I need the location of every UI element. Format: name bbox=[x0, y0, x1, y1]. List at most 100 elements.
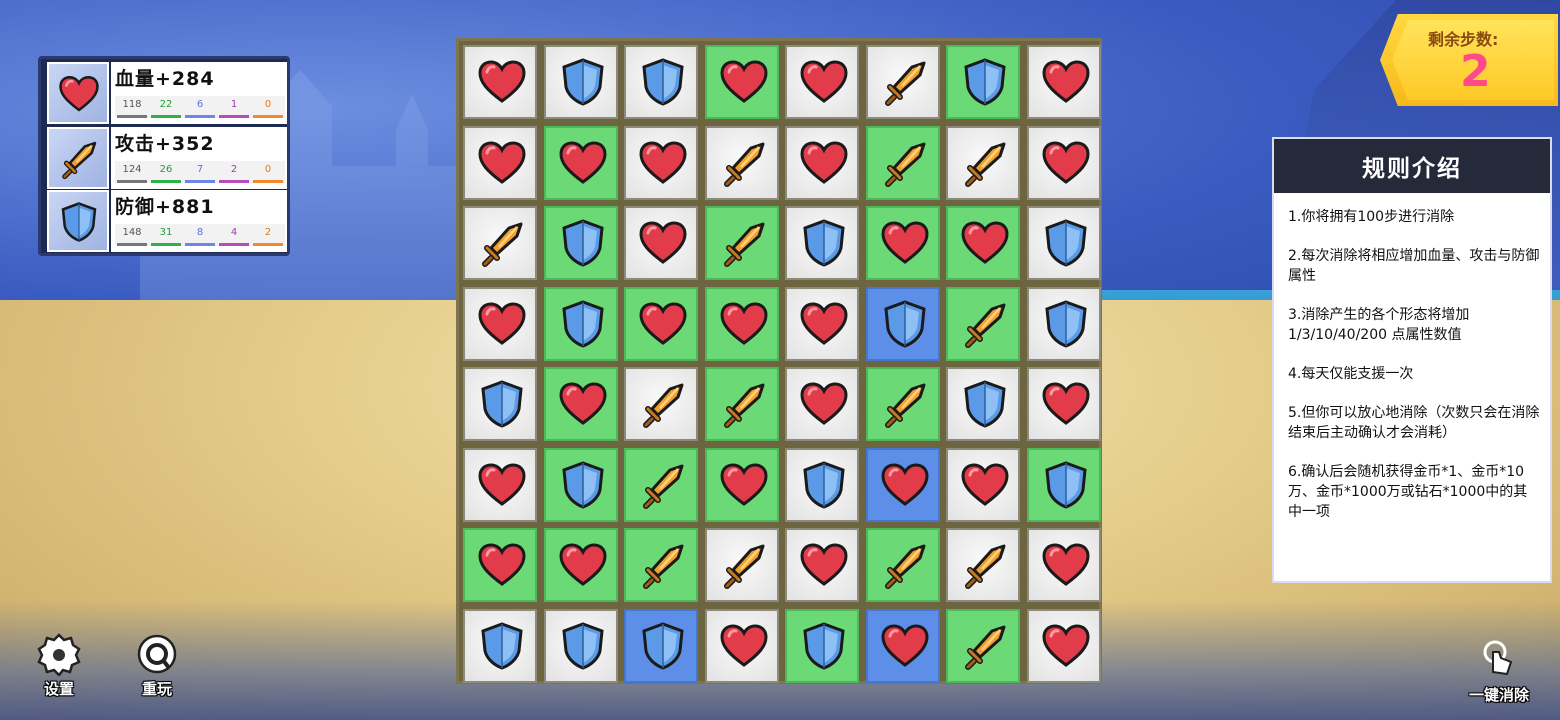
board-tile-sword[interactable] bbox=[704, 367, 779, 441]
board-tile-shield[interactable] bbox=[785, 608, 859, 683]
board-tile-heart[interactable] bbox=[1026, 528, 1101, 602]
shield-icon bbox=[964, 380, 1006, 428]
board-tile-heart[interactable] bbox=[543, 528, 618, 602]
board-tile-sword[interactable] bbox=[463, 206, 537, 280]
board-tile-heart[interactable] bbox=[543, 367, 618, 441]
board-tile-sword[interactable] bbox=[624, 367, 698, 441]
board-tile-shield[interactable] bbox=[785, 447, 859, 522]
board-tile-sword[interactable] bbox=[624, 528, 698, 602]
board-tile-heart[interactable] bbox=[785, 125, 859, 200]
board-tile-shield[interactable] bbox=[543, 608, 618, 683]
board-tile-heart[interactable] bbox=[463, 286, 537, 361]
board-tile-heart[interactable] bbox=[463, 45, 537, 119]
board-tile-shield[interactable] bbox=[543, 45, 618, 119]
board-tile-shield[interactable] bbox=[543, 286, 618, 361]
board-tile-heart[interactable] bbox=[463, 528, 537, 602]
heart-icon bbox=[800, 382, 848, 425]
board-tile-shield[interactable] bbox=[1026, 447, 1101, 522]
heart-icon bbox=[719, 462, 768, 506]
board-tile-heart[interactable] bbox=[624, 125, 698, 200]
heart-icon bbox=[961, 221, 1009, 264]
board-tile-heart[interactable] bbox=[785, 286, 859, 361]
board-tile-heart[interactable] bbox=[865, 608, 940, 683]
board-tile-shield[interactable] bbox=[624, 608, 698, 683]
board-tile-heart[interactable] bbox=[463, 125, 537, 200]
board-tile-sword[interactable] bbox=[865, 45, 940, 119]
board-tile-sword[interactable] bbox=[704, 125, 779, 200]
board-tile-heart[interactable] bbox=[785, 45, 859, 119]
replay-label: 重玩 bbox=[141, 680, 172, 698]
heart-icon bbox=[719, 301, 768, 345]
board-tile-shield[interactable] bbox=[543, 206, 618, 280]
stat-row-defense: 防御+881 148 31 8 4 2 bbox=[47, 190, 287, 252]
heart-icon bbox=[800, 140, 848, 184]
board-tile-heart[interactable] bbox=[704, 45, 779, 119]
board-tile-sword[interactable] bbox=[704, 528, 779, 602]
board-tile-heart[interactable] bbox=[1026, 608, 1101, 683]
board-tile-sword[interactable] bbox=[946, 528, 1020, 602]
settings-button[interactable]: 设置 bbox=[24, 630, 94, 700]
heart-icon bbox=[1041, 60, 1090, 103]
board-tile-heart[interactable] bbox=[946, 206, 1020, 280]
board-tile-heart[interactable] bbox=[463, 447, 537, 522]
board-tile-sword[interactable] bbox=[946, 125, 1020, 200]
board-tile-shield[interactable] bbox=[1026, 286, 1101, 361]
board-tile-shield[interactable] bbox=[946, 367, 1020, 441]
board-tile-sword[interactable] bbox=[946, 286, 1020, 361]
stat-title-hp: 血量+284 bbox=[115, 68, 215, 90]
board-tile-heart[interactable] bbox=[624, 206, 698, 280]
board-tile-heart[interactable] bbox=[865, 206, 940, 280]
board-tile-heart[interactable] bbox=[865, 447, 940, 522]
heart-icon bbox=[639, 140, 687, 184]
shield-icon bbox=[1044, 460, 1087, 509]
board-tile-shield[interactable] bbox=[463, 608, 537, 683]
board-tile-shield[interactable] bbox=[463, 367, 537, 441]
sword-icon bbox=[884, 142, 925, 187]
shield-icon bbox=[1044, 299, 1087, 348]
replay-button[interactable]: 重玩 bbox=[122, 630, 192, 700]
replay-icon bbox=[137, 634, 177, 674]
shield-icon bbox=[561, 299, 604, 348]
auto-clear-label: 一键消除 bbox=[1468, 686, 1529, 704]
board-tile-heart[interactable] bbox=[1026, 45, 1101, 119]
board-tile-sword[interactable] bbox=[704, 206, 779, 280]
board-tile-shield[interactable] bbox=[946, 45, 1020, 119]
board-tile-heart[interactable] bbox=[1026, 367, 1101, 441]
stat-title-defense: 防御+881 bbox=[115, 196, 215, 218]
shield-icon bbox=[47, 190, 109, 252]
board-tile-heart[interactable] bbox=[704, 447, 779, 522]
board-tile-heart[interactable] bbox=[543, 125, 618, 200]
heart-icon bbox=[880, 623, 929, 667]
auto-clear-button[interactable]: 一键消除 bbox=[1464, 636, 1534, 706]
heart-icon bbox=[1041, 382, 1090, 425]
board-tile-shield[interactable] bbox=[785, 206, 859, 280]
shield-icon bbox=[964, 58, 1006, 106]
heart-icon bbox=[47, 62, 109, 124]
board-tile-sword[interactable] bbox=[865, 528, 940, 602]
sword-icon bbox=[723, 544, 764, 589]
game-board bbox=[456, 38, 1102, 684]
board-tile-heart[interactable] bbox=[785, 367, 859, 441]
board-tile-shield[interactable] bbox=[1026, 206, 1101, 280]
board-tile-shield[interactable] bbox=[865, 286, 940, 361]
shield-icon bbox=[561, 621, 604, 670]
board-tile-heart[interactable] bbox=[785, 528, 859, 602]
board-tile-heart[interactable] bbox=[946, 447, 1020, 522]
sword-icon bbox=[47, 127, 109, 189]
board-tile-sword[interactable] bbox=[946, 608, 1020, 683]
board-tile-heart[interactable] bbox=[624, 286, 698, 361]
board-tile-heart[interactable] bbox=[704, 608, 779, 683]
board-tile-heart[interactable] bbox=[1026, 125, 1101, 200]
shield-icon bbox=[481, 380, 523, 428]
board-tile-heart[interactable] bbox=[704, 286, 779, 361]
board-tile-sword[interactable] bbox=[624, 447, 698, 522]
stat-row-attack: 攻击+352 124 26 7 2 0 bbox=[47, 127, 287, 189]
gear-icon bbox=[37, 633, 81, 676]
board-tile-shield[interactable] bbox=[624, 45, 698, 119]
heart-icon bbox=[961, 462, 1009, 506]
board-tile-shield[interactable] bbox=[543, 447, 618, 522]
heart-icon bbox=[1041, 623, 1090, 667]
board-tile-sword[interactable] bbox=[865, 125, 940, 200]
rule-item: 3.消除产生的各个形态将增加1/3/10/40/200 点属性数值 bbox=[1288, 307, 1470, 343]
board-tile-sword[interactable] bbox=[865, 367, 940, 441]
